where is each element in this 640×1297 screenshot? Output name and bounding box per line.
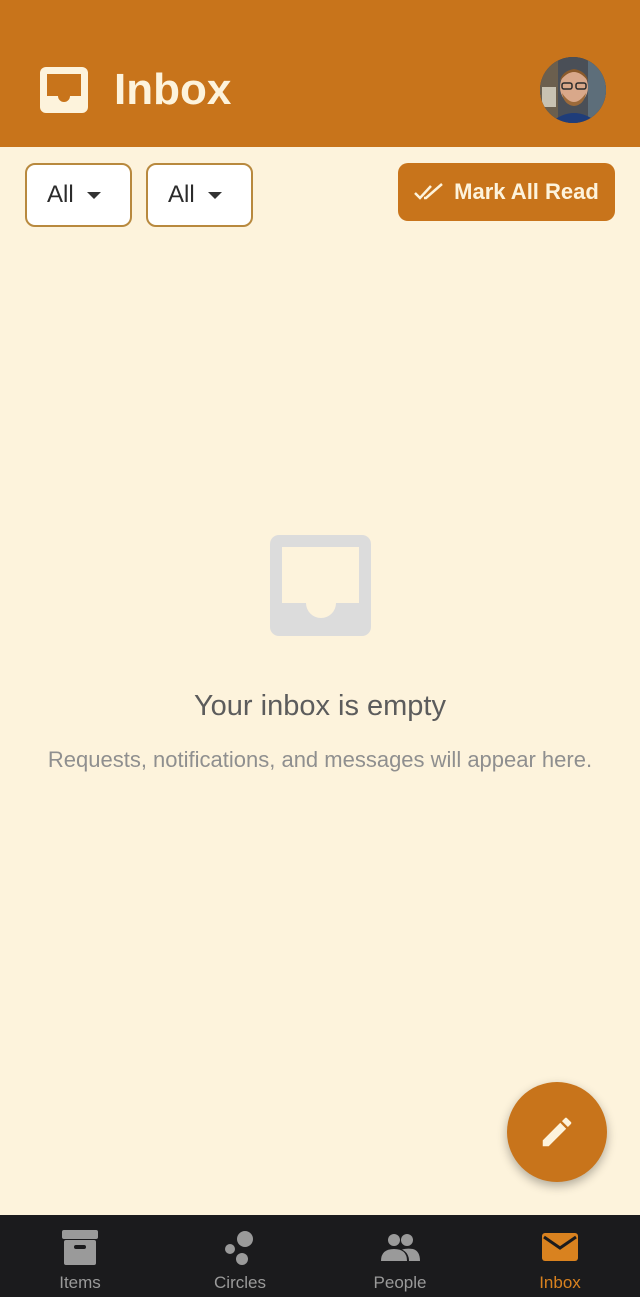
pencil-icon	[542, 1117, 572, 1147]
page-title: Inbox	[114, 64, 232, 114]
filter-row: All All Mark All Read	[25, 163, 615, 227]
empty-state-headline: Your inbox is empty	[193, 690, 446, 722]
nav-item-inbox[interactable]: Inbox	[480, 1215, 640, 1297]
double-check-icon	[414, 183, 443, 200]
filter-dropdown-1[interactable]: All	[25, 163, 132, 227]
nav-item-inbox-label: Inbox	[539, 1273, 581, 1292]
people-icon	[381, 1234, 420, 1261]
bottom-nav: Items Circles People Inbox	[0, 1215, 640, 1297]
caret-down-icon	[208, 191, 222, 199]
mark-all-read-button[interactable]: Mark All Read	[398, 163, 615, 221]
app-bar: Inbox	[0, 0, 640, 147]
envelope-icon	[542, 1233, 578, 1261]
avatar-photo	[540, 56, 606, 123]
inbox-icon	[269, 535, 371, 636]
circles-icon	[225, 1231, 253, 1265]
nav-item-items-label: Items	[59, 1273, 101, 1292]
caret-down-icon	[87, 191, 101, 199]
compose-button[interactable]	[507, 1082, 607, 1182]
filter-dropdown-1-value: All	[47, 181, 74, 208]
nav-item-people-label: People	[373, 1273, 427, 1292]
user-avatar[interactable]	[540, 56, 606, 123]
filter-dropdown-2-value: All	[168, 181, 195, 208]
nav-item-circles[interactable]: Circles	[160, 1215, 320, 1297]
archive-box-icon	[62, 1230, 98, 1265]
nav-item-items[interactable]: Items	[0, 1215, 160, 1297]
empty-state: Your inbox is empty Requests, notificati…	[0, 535, 640, 773]
nav-item-people[interactable]: People	[320, 1215, 480, 1297]
mark-all-read-label: Mark All Read	[454, 179, 599, 204]
empty-state-subtext: Requests, notifications, and messages wi…	[47, 747, 593, 772]
inbox-icon	[40, 66, 88, 113]
filter-dropdown-2[interactable]: All	[146, 163, 253, 227]
nav-item-circles-label: Circles	[214, 1273, 266, 1292]
